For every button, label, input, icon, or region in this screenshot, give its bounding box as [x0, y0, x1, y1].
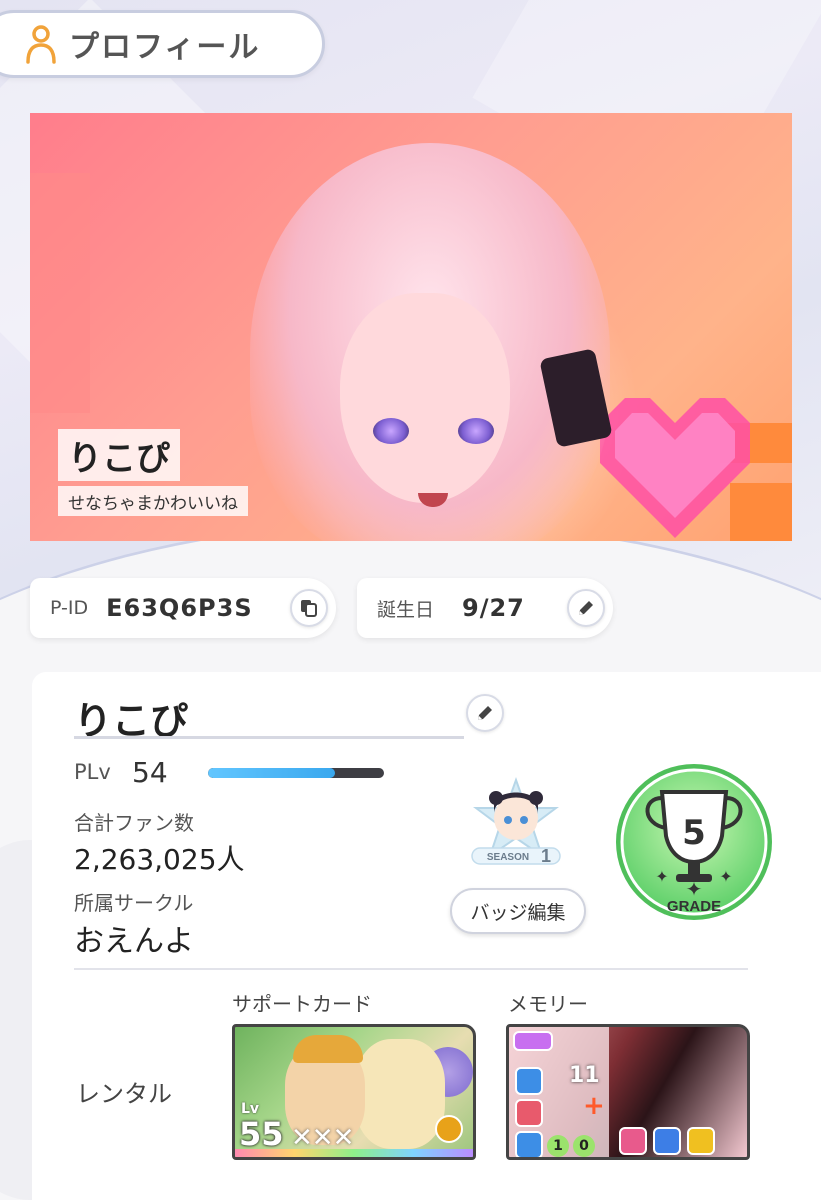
rental-memory-card[interactable]: 11 + 1 0	[506, 1024, 750, 1160]
support-type-icon	[435, 1115, 463, 1143]
copy-icon	[301, 600, 317, 617]
pid-value: E63Q6P3S	[106, 594, 253, 622]
memory-label: メモリー	[508, 992, 588, 1016]
memory-stat-2: 0	[573, 1135, 595, 1157]
rental-label: レンタル	[76, 1080, 172, 1108]
fist-icon	[515, 1067, 543, 1095]
mic-icon	[619, 1127, 647, 1155]
circle-label: 所属サークル	[74, 891, 194, 915]
plv-progress-fill	[208, 768, 335, 778]
birthday-label: 誕生日	[377, 598, 435, 621]
memory-rarity-icon	[513, 1031, 553, 1051]
support-card-lv-value: 55	[239, 1115, 284, 1153]
star-icon	[687, 1127, 715, 1155]
pencil-icon	[478, 706, 492, 720]
memory-plus: +	[583, 1091, 605, 1121]
badge-season-number: 1	[541, 846, 551, 866]
plv-progress-bar	[208, 768, 384, 778]
grade-label: GRADE	[667, 898, 721, 915]
circle-value: おえんよ	[74, 924, 194, 959]
arrow-up-icon	[515, 1131, 543, 1157]
svg-text:✦: ✦	[655, 867, 668, 886]
section-divider	[74, 968, 748, 970]
grade-number: 5	[682, 813, 706, 853]
support-card-label: サポートカード	[232, 992, 372, 1016]
page-title: プロフィール	[69, 30, 261, 65]
heart-icon	[515, 1099, 543, 1127]
step-icon	[653, 1127, 681, 1155]
grade-emblem: 5 ✦ ✦ ✦ GRADE	[616, 764, 772, 920]
name-underline	[74, 736, 464, 739]
banner-name-tag: りこぴ	[58, 429, 180, 481]
birthday-field: 誕生日 9/27	[357, 578, 613, 638]
profile-banner-image[interactable]: りこぴ せなちゃまかわいいね	[30, 113, 792, 541]
copy-pid-button[interactable]	[290, 589, 328, 627]
season-badge[interactable]: SEASON 1	[464, 776, 568, 876]
badge-season-text: SEASON	[487, 852, 529, 863]
badge-edit-button[interactable]: バッジ編集	[450, 888, 586, 934]
memory-count: 11	[569, 1063, 600, 1088]
edit-name-button[interactable]	[466, 694, 504, 732]
pid-label: P-ID	[50, 597, 89, 619]
svg-text:✦: ✦	[719, 867, 732, 886]
edit-birthday-button[interactable]	[567, 589, 605, 627]
birthday-value: 9/27	[462, 594, 525, 622]
banner-message-tag: せなちゃまかわいいね	[58, 486, 248, 516]
fans-label: 合計ファン数	[74, 811, 194, 835]
plv-label: PLv	[74, 760, 111, 784]
pid-field: P-ID E63Q6P3S	[30, 578, 336, 638]
fans-value: 2,263,025人	[74, 843, 245, 876]
pencil-icon	[579, 601, 593, 615]
rental-support-card[interactable]: Lv 55 ✕✕✕	[232, 1024, 476, 1160]
person-icon	[26, 25, 56, 64]
memory-stat-1: 1	[547, 1135, 569, 1157]
pixel-heart-decoration	[600, 398, 750, 538]
profile-card: りこぴ PLv 54 合計ファン数 2,263,025人 所属サークル おえんよ…	[32, 672, 821, 1200]
profile-header: プロフィール	[0, 10, 325, 78]
plv-value: 54	[132, 756, 168, 789]
